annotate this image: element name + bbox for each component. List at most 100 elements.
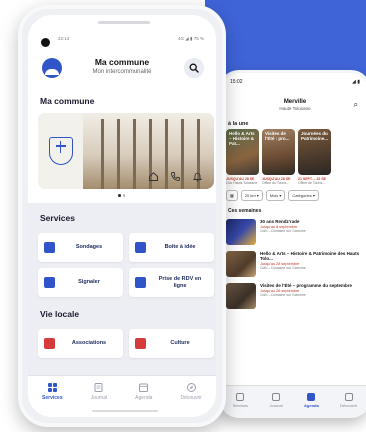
front-status-time: 22:14 <box>58 36 70 41</box>
event-row[interactable]: Hello & Arts – Histoire & Patrimoine des… <box>222 248 366 280</box>
event-org: Cdm – Domaine sur Garonne <box>260 229 306 234</box>
nav-label: Journal <box>90 395 108 401</box>
featured-card-caption: Visites de l'Été : pro... <box>265 131 290 141</box>
back-phone-screen: 15:02 ◢ ▮ Merville Haute Tolosane ⌕ à la… <box>222 73 366 415</box>
culture-icon <box>135 338 146 349</box>
back-nav-services[interactable]: Services <box>233 393 248 408</box>
back-nav-label: Journal <box>269 403 283 408</box>
search-button[interactable] <box>184 58 204 78</box>
back-section-label: à la une <box>228 121 249 127</box>
back-nav-label: Agenda <box>304 403 319 408</box>
front-bottom-nav: Services Journal Agenda Découvrir <box>28 375 216 417</box>
vie-locale-label: Culture <box>170 340 190 347</box>
back-filter-bar: ▦ 20 km ▾ Mois ▾ Catégories ▾ <box>222 185 366 206</box>
service-label: Signaler <box>78 279 100 286</box>
vie-locale-label: Associations <box>71 340 107 347</box>
front-title-block: Ma commune Mon intercommunalité <box>38 57 206 75</box>
service-tile-prise-de-rdv[interactable]: Prise de RDV en ligne <box>129 268 214 297</box>
nav-label: Découvrir <box>180 395 202 401</box>
bell-icon[interactable] <box>190 169 204 183</box>
back-status-bar: 15:02 ◢ ▮ <box>222 73 366 91</box>
page-subtitle: Mon intercommunalité <box>92 69 152 75</box>
poll-icon <box>44 242 55 253</box>
agenda-icon <box>307 393 316 401</box>
featured-card[interactable]: Hello & Arts – Histoire & Pat... JUSQU'A… <box>226 129 259 185</box>
back-title: Merville <box>283 99 307 105</box>
compass-icon <box>344 393 353 401</box>
journal-icon <box>272 393 281 401</box>
front-status-bar: 22:14 4G ◢ ▮ 75 % <box>58 36 204 42</box>
nav-journal[interactable]: Journal <box>91 382 107 401</box>
back-header: Merville Haute Tolosane ⌕ <box>222 91 366 119</box>
featured-card[interactable]: Journées du Patrimoine... 21 SEPT. – 22 … <box>298 129 331 185</box>
service-tile-sondages[interactable]: Sondages <box>38 233 123 262</box>
back-status-time: 15:02 <box>230 79 243 85</box>
page-title: Ma commune <box>94 57 150 67</box>
nav-agenda[interactable]: Agenda <box>135 382 152 401</box>
vie-locale-grid: Associations Culture <box>38 329 214 358</box>
agenda-icon <box>139 383 149 392</box>
filter-distance-chip[interactable]: 20 km ▾ <box>240 190 263 201</box>
section-title-vie-locale: Vie locale <box>40 309 80 319</box>
event-thumbnail <box>226 219 256 245</box>
event-title: Hello & Arts – Histoire & Patrimoine des… <box>260 251 360 262</box>
back-nav-label: Services <box>232 403 249 408</box>
home-icon[interactable] <box>146 169 160 183</box>
front-phone: 22:14 4G ◢ ▮ 75 % Ma commune Mon interco… <box>18 5 226 427</box>
vie-locale-tile-culture[interactable]: Culture <box>129 329 214 358</box>
service-label: Sondages <box>75 244 103 251</box>
journal-icon <box>94 383 103 392</box>
camera-icon <box>41 38 50 47</box>
event-row[interactable]: 30 ans Rendz'rade Jusqu'au 8 septembre C… <box>222 216 366 248</box>
event-org: Cdm – Domaine sur Garonne <box>260 293 306 298</box>
back-nav-agenda[interactable]: Agenda <box>304 393 319 408</box>
nav-decouvrir[interactable]: Découvrir <box>181 382 202 401</box>
services-zone: Services Sondages Boîte à idée Signaler … <box>28 203 216 375</box>
event-title: 30 ans Rendz'rade <box>260 219 300 224</box>
service-label: Prise de RDV en ligne <box>158 276 202 289</box>
back-featured-carousel: Hello & Arts – Histoire & Pat... JUSQU'A… <box>222 129 366 185</box>
service-tile-signaler[interactable]: Signaler <box>38 268 123 297</box>
crest-shield-icon <box>48 137 73 165</box>
front-header: Ma commune Mon intercommunalité <box>38 53 206 85</box>
filter-month-chip[interactable]: Mois ▾ <box>265 190 286 201</box>
back-search-icon[interactable]: ⌕ <box>354 100 358 110</box>
phone-icon[interactable] <box>168 169 182 183</box>
commune-banner[interactable] <box>38 113 214 189</box>
featured-card-caption: Journées du Patrimoine... <box>301 131 329 141</box>
associations-icon <box>44 338 55 349</box>
compass-icon <box>186 383 196 392</box>
back-bottom-nav: Services Journal Agenda Découvrir <box>222 385 366 415</box>
grid-icon <box>236 393 245 401</box>
services-grid: Sondages Boîte à idée Signaler Prise de … <box>38 233 214 297</box>
search-icon <box>189 63 199 73</box>
back-nav-decouvrir[interactable]: Découvrir <box>340 393 357 408</box>
event-row[interactable]: Visites de l'Été – programme du septembr… <box>222 280 366 312</box>
home-indicator <box>92 410 158 412</box>
featured-card-caption: Hello & Arts – Histoire & Pat... <box>229 131 255 146</box>
featured-card-org: Office de Touris... <box>298 181 326 185</box>
service-tile-boite-a-idee[interactable]: Boîte à idée <box>129 233 214 262</box>
event-text: Visites de l'Été – programme du septembr… <box>260 283 352 297</box>
nav-services[interactable]: Services <box>42 382 63 401</box>
back-nav-journal[interactable]: Journal <box>269 393 283 408</box>
vie-locale-tile-associations[interactable]: Associations <box>38 329 123 358</box>
featured-card-org: Office du Touris... <box>262 181 290 185</box>
featured-card[interactable]: Visites de l'Été : pro... JUSQU'AU 28 SE… <box>262 129 295 185</box>
filter-grid-chip[interactable]: ▦ <box>226 190 238 201</box>
event-thumbnail <box>226 251 256 277</box>
back-subtitle: Haute Tolosane <box>279 106 311 111</box>
back-nav-label: Découvrir <box>340 403 358 408</box>
featured-card-image: Journées du Patrimoine... <box>298 129 331 175</box>
event-title: Visites de l'Été – programme du septembr… <box>260 283 353 288</box>
featured-card-image: Visites de l'Été : pro... <box>262 129 295 175</box>
service-label: Boîte à idée <box>164 244 196 251</box>
front-status-indicators: 4G ◢ ▮ 75 % <box>178 36 204 41</box>
filter-categories-chip[interactable]: Catégories ▾ <box>288 190 319 201</box>
calendar-icon <box>135 277 146 288</box>
featured-card-org: Cdc Hauts Tolosane <box>226 181 258 185</box>
front-phone-screen: 22:14 4G ◢ ▮ 75 % Ma commune Mon interco… <box>28 15 216 417</box>
section-title-commune: Ma commune <box>40 96 95 106</box>
back-phone: 15:02 ◢ ▮ Merville Haute Tolosane ⌕ à la… <box>219 70 366 418</box>
back-title-block: Merville Haute Tolosane <box>279 99 310 111</box>
